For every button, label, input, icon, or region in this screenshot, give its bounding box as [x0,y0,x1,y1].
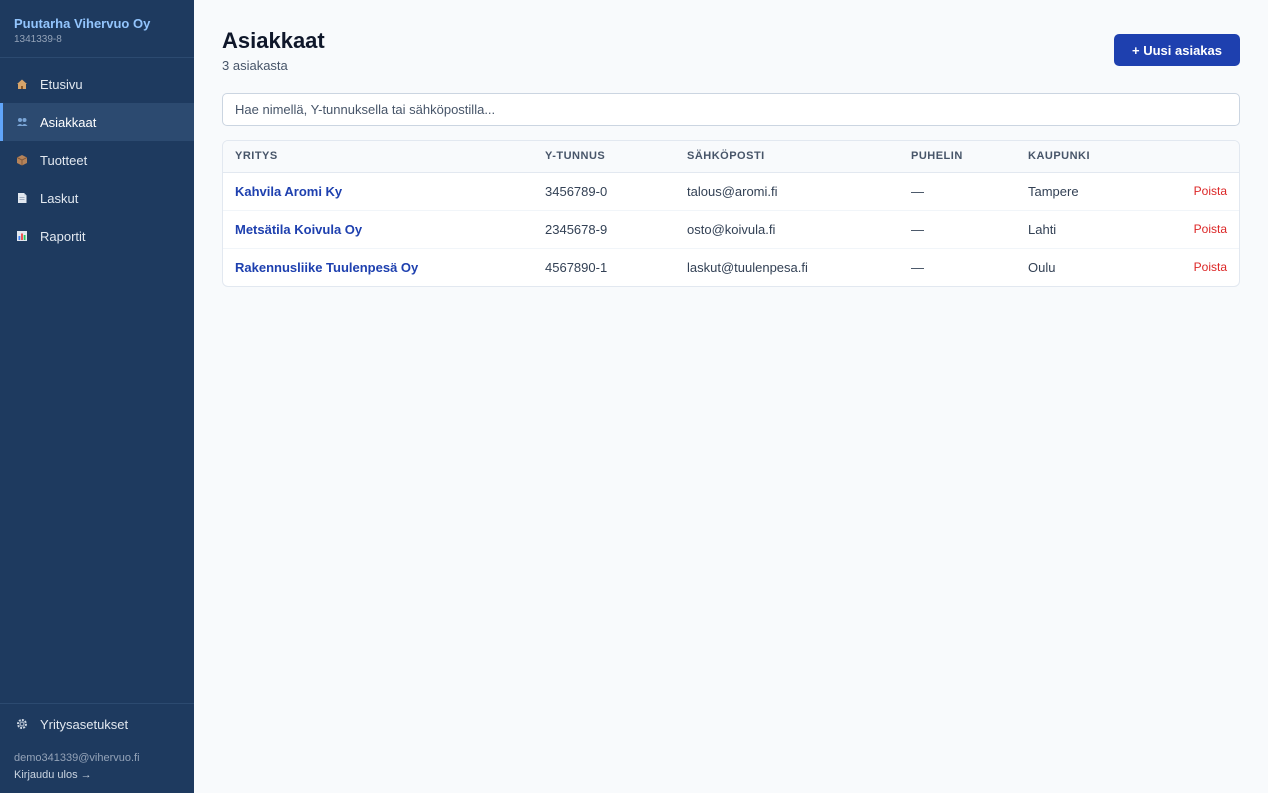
sidebar-item-label: Laskut [40,190,79,206]
search-input[interactable] [222,93,1240,126]
column-header-city[interactable]: KAUPUNKI [1016,141,1150,173]
delete-button[interactable]: Poista [1149,210,1239,249]
column-header-actions [1149,141,1239,173]
sidebar-item-label: Etusivu [40,76,83,92]
delete-button[interactable]: Poista [1150,248,1239,286]
table-row[interactable]: Metsätila Koivula Oy 2345678-9 osto@koiv… [223,210,1239,249]
package-icon [16,154,28,166]
table-row[interactable]: Kahvila Aromi Ky 3456789-0 talous@aromi.… [223,172,1239,211]
city-cell: Oulu [1028,259,1056,275]
column-header-phone[interactable]: PUHELIN [899,141,1016,173]
ytunnus-cell: 3456789-0 [533,172,675,211]
company-name-link[interactable]: Rakennusliike Tuulenpesä Oy [223,248,533,286]
email-cell: laskut@tuulenpesa.fi [687,259,808,275]
sidebar-item-raportit[interactable]: Raportit [0,217,194,255]
sidebar: Puutarha Vihervuo Oy 1341339-8 Etusivu A… [0,0,194,793]
customer-count: 3 asiakasta [222,58,288,73]
ytunnus-cell: 2345678-9 [533,210,675,249]
phone-cell: — [899,172,1016,211]
new-customer-button[interactable]: + Uusi asiakas [1114,34,1240,66]
user-email: demo341339@vihervuo.fi [14,752,140,764]
sidebar-item-label: Asiakkaat [40,114,97,130]
sidebar-item-etusivu[interactable]: Etusivu [0,65,194,103]
page-title: Asiakkaat [222,28,325,53]
column-header-email[interactable]: SÄHKÖPOSTI [675,141,899,173]
ytunnus-cell: 4567890-1 [545,259,608,275]
company-name-link[interactable]: Metsätila Koivula Oy [223,210,533,249]
page-header: Asiakkaat 3 asiakasta + Uusi asiakas [222,28,1240,92]
table-row[interactable]: Rakennusliike Tuulenpesä Oy 4567890-1 la… [223,248,1239,286]
company-name: Puutarha Vihervuo Oy [14,16,151,31]
sidebar-footer: Yritysasetukset demo341339@vihervuo.fi K… [0,703,194,793]
sidebar-item-yritysasetukset[interactable]: Yritysasetukset [0,705,194,743]
chart-icon [16,230,28,242]
company-brand: Puutarha Vihervuo Oy 1341339-8 [0,0,194,58]
logout-link[interactable]: Kirjaudu ulos → [0,764,194,781]
sidebar-item-label: Tuotteet [40,152,88,168]
company-name-link[interactable]: Kahvila Aromi Ky [223,172,533,211]
gear-icon [16,718,28,730]
column-header-company[interactable]: YRITYS [223,141,533,173]
table-header-row: YRITYS Y-TUNNUS SÄHKÖPOSTI PUHELIN KAUPU… [223,141,1239,173]
column-header-ytunnus[interactable]: Y-TUNNUS [533,141,675,173]
city-cell: Lahti [1016,210,1150,249]
delete-button[interactable]: Poista [1149,172,1239,211]
users-icon [16,116,28,128]
settings-label: Yritysasetukset [40,716,129,732]
sidebar-nav: Etusivu Asiakkaat Tuotteet Laskut Raport… [0,58,194,703]
sidebar-item-tuotteet[interactable]: Tuotteet [0,141,194,179]
phone-cell: — [899,210,1016,249]
sidebar-item-asiakkaat[interactable]: Asiakkaat [0,103,194,141]
home-icon [16,78,28,90]
sidebar-item-laskut[interactable]: Laskut [0,179,194,217]
sidebar-item-label: Raportit [40,228,86,244]
company-id: 1341339-8 [14,34,62,45]
email-cell: osto@koivula.fi [675,210,899,249]
document-icon [16,192,28,204]
main-content: Asiakkaat 3 asiakasta + Uusi asiakas YRI… [194,0,1268,793]
phone-cell: — [911,259,924,275]
customers-table: YRITYS Y-TUNNUS SÄHKÖPOSTI PUHELIN KAUPU… [222,140,1240,287]
email-cell: talous@aromi.fi [675,172,899,211]
city-cell: Tampere [1016,172,1150,211]
